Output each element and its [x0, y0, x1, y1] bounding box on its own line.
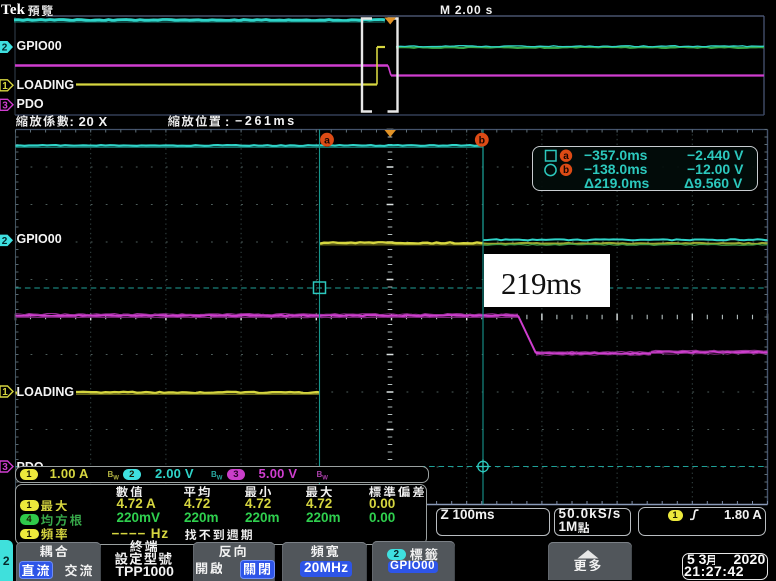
svg-text:2: 2: [2, 43, 8, 54]
svg-text:a: a: [324, 134, 330, 146]
svg-text:1: 1: [2, 387, 8, 398]
svg-text:b: b: [479, 134, 485, 146]
svg-text:1: 1: [2, 81, 8, 92]
svg-text:3: 3: [2, 100, 8, 111]
svg-text:3: 3: [2, 462, 8, 473]
svg-text:2: 2: [2, 236, 8, 247]
